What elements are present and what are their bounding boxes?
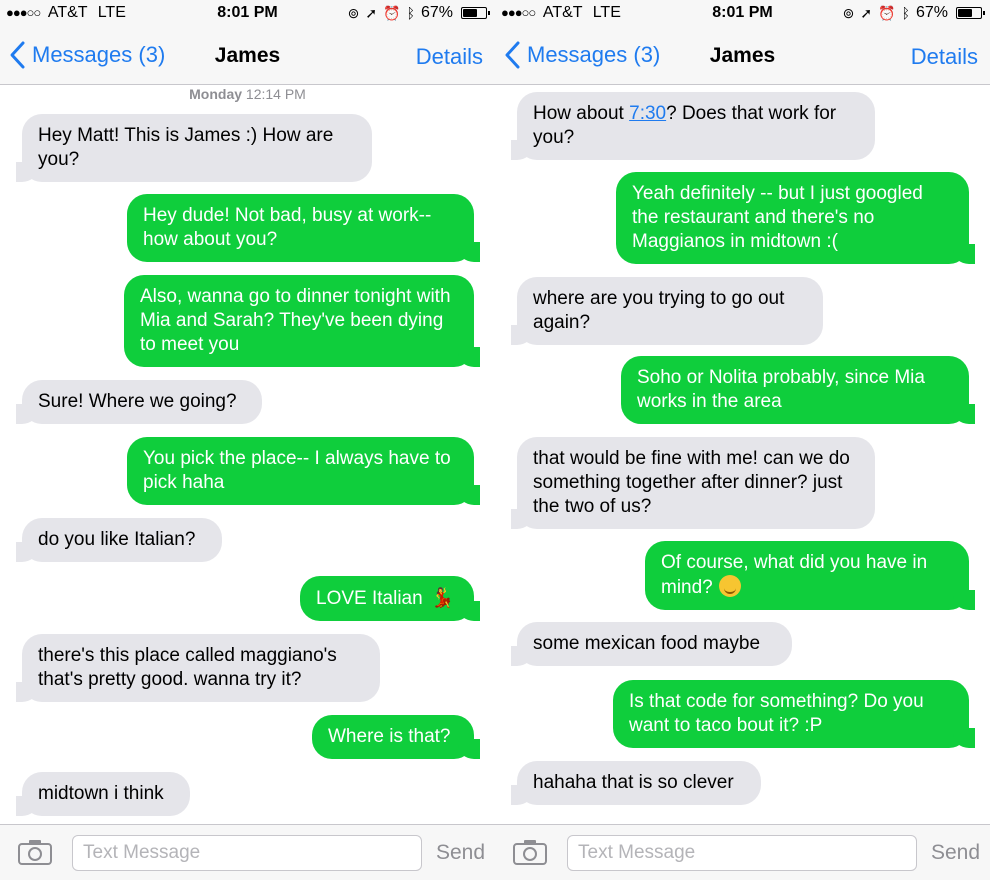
message-bubble-incoming[interactable]: midtown i think bbox=[16, 772, 190, 816]
message-bubble-outgoing[interactable]: Where is that? bbox=[312, 715, 480, 759]
message-bubble-incoming[interactable]: How about 7:30? Does that work for you? bbox=[511, 92, 875, 160]
back-button[interactable]: Messages (3) bbox=[503, 40, 660, 70]
alarm-icon: ⏰ bbox=[383, 4, 401, 21]
message-bubble-incoming[interactable]: hahaha that is so clever bbox=[511, 761, 761, 805]
camera-icon[interactable] bbox=[513, 839, 547, 865]
time-link[interactable]: 7:30 bbox=[629, 103, 666, 124]
chevron-left-icon bbox=[505, 41, 520, 69]
compose-bar: Send bbox=[495, 824, 990, 880]
message-bubble-incoming[interactable]: Hey Matt! This is James :) How are you? bbox=[16, 114, 372, 182]
message-bubble-outgoing[interactable]: Is that code for something? Do you want … bbox=[613, 680, 975, 748]
message-bubble-outgoing[interactable]: You pick the place-- I always have to pi… bbox=[127, 437, 480, 505]
message-bubble-incoming[interactable]: do you like Italian? bbox=[16, 518, 222, 562]
alarm-icon: ⏰ bbox=[878, 4, 896, 21]
status-bar: ●●●○○ AT&T LTE 8:01 PM ⊚ ➚ ⏰ ᛒ 67% bbox=[0, 0, 495, 26]
rotation-lock-icon: ⊚ bbox=[347, 4, 360, 21]
bluetooth-icon: ᛒ bbox=[901, 5, 910, 21]
message-bubble-incoming[interactable]: Sure! Where we going? bbox=[16, 380, 262, 424]
compose-bar: Send bbox=[0, 824, 495, 880]
message-input[interactable] bbox=[72, 835, 422, 871]
back-button[interactable]: Messages (3) bbox=[8, 40, 165, 70]
send-button[interactable]: Send bbox=[436, 841, 485, 865]
rotation-lock-icon: ⊚ bbox=[842, 4, 855, 21]
message-bubble-incoming[interactable]: where are you trying to go out again? bbox=[511, 277, 823, 345]
conversation-screen-left: ●●●○○ AT&T LTE 8:01 PM ⊚ ➚ ⏰ ᛒ 67% Messa… bbox=[0, 0, 495, 880]
details-button[interactable]: Details bbox=[416, 44, 483, 70]
message-bubble-outgoing[interactable]: Yeah definitely -- but I just googled th… bbox=[616, 172, 975, 264]
back-button-label: Messages (3) bbox=[527, 42, 661, 67]
location-icon: ➚ bbox=[365, 4, 378, 21]
message-timestamp: Monday 12:14 PM bbox=[189, 86, 306, 102]
battery-icon bbox=[461, 7, 490, 19]
message-bubble-incoming[interactable]: there's this place called maggiano's tha… bbox=[16, 634, 380, 702]
message-bubble-outgoing[interactable]: Soho or Nolita probably, since Mia works… bbox=[621, 356, 975, 424]
send-button[interactable]: Send bbox=[931, 841, 980, 865]
message-bubble-outgoing[interactable]: Also, wanna go to dinner tonight with Mi… bbox=[124, 275, 480, 367]
dancer-emoji-icon: 💃 bbox=[430, 587, 455, 609]
message-bubble-incoming[interactable]: that would be fine with me! can we do so… bbox=[511, 437, 875, 529]
back-button-label: Messages (3) bbox=[32, 42, 166, 67]
nav-bar: Messages (3) James Details bbox=[495, 26, 990, 85]
battery-icon bbox=[956, 7, 985, 19]
message-bubble-incoming[interactable]: some mexican food maybe bbox=[511, 622, 792, 666]
message-input[interactable] bbox=[567, 835, 917, 871]
camera-icon[interactable] bbox=[18, 839, 52, 865]
battery-percent: 67% bbox=[420, 4, 453, 21]
location-icon: ➚ bbox=[860, 4, 873, 21]
bluetooth-icon: ᛒ bbox=[406, 5, 415, 21]
nav-bar: Messages (3) James Details bbox=[0, 26, 495, 85]
message-bubble-outgoing[interactable]: Of course, what did you have in mind? bbox=[645, 541, 975, 610]
chevron-left-icon bbox=[10, 41, 25, 69]
message-list[interactable]: Monday 12:14 PM Hey Matt! This is James … bbox=[0, 86, 495, 824]
message-bubble-outgoing[interactable]: Hey dude! Not bad, busy at work-- how ab… bbox=[127, 194, 480, 262]
details-button[interactable]: Details bbox=[911, 44, 978, 70]
message-bubble-outgoing[interactable]: LOVE Italian 💃 bbox=[300, 576, 480, 621]
conversation-screen-right: ●●●○○ AT&T LTE 8:01 PM ⊚ ➚ ⏰ ᛒ 67% Messa… bbox=[495, 0, 990, 880]
message-list[interactable]: How about 7:30? Does that work for you? … bbox=[495, 86, 990, 824]
status-bar: ●●●○○ AT&T LTE 8:01 PM ⊚ ➚ ⏰ ᛒ 67% bbox=[495, 0, 990, 26]
smirk-emoji-icon bbox=[718, 575, 741, 597]
battery-percent: 67% bbox=[915, 4, 948, 21]
